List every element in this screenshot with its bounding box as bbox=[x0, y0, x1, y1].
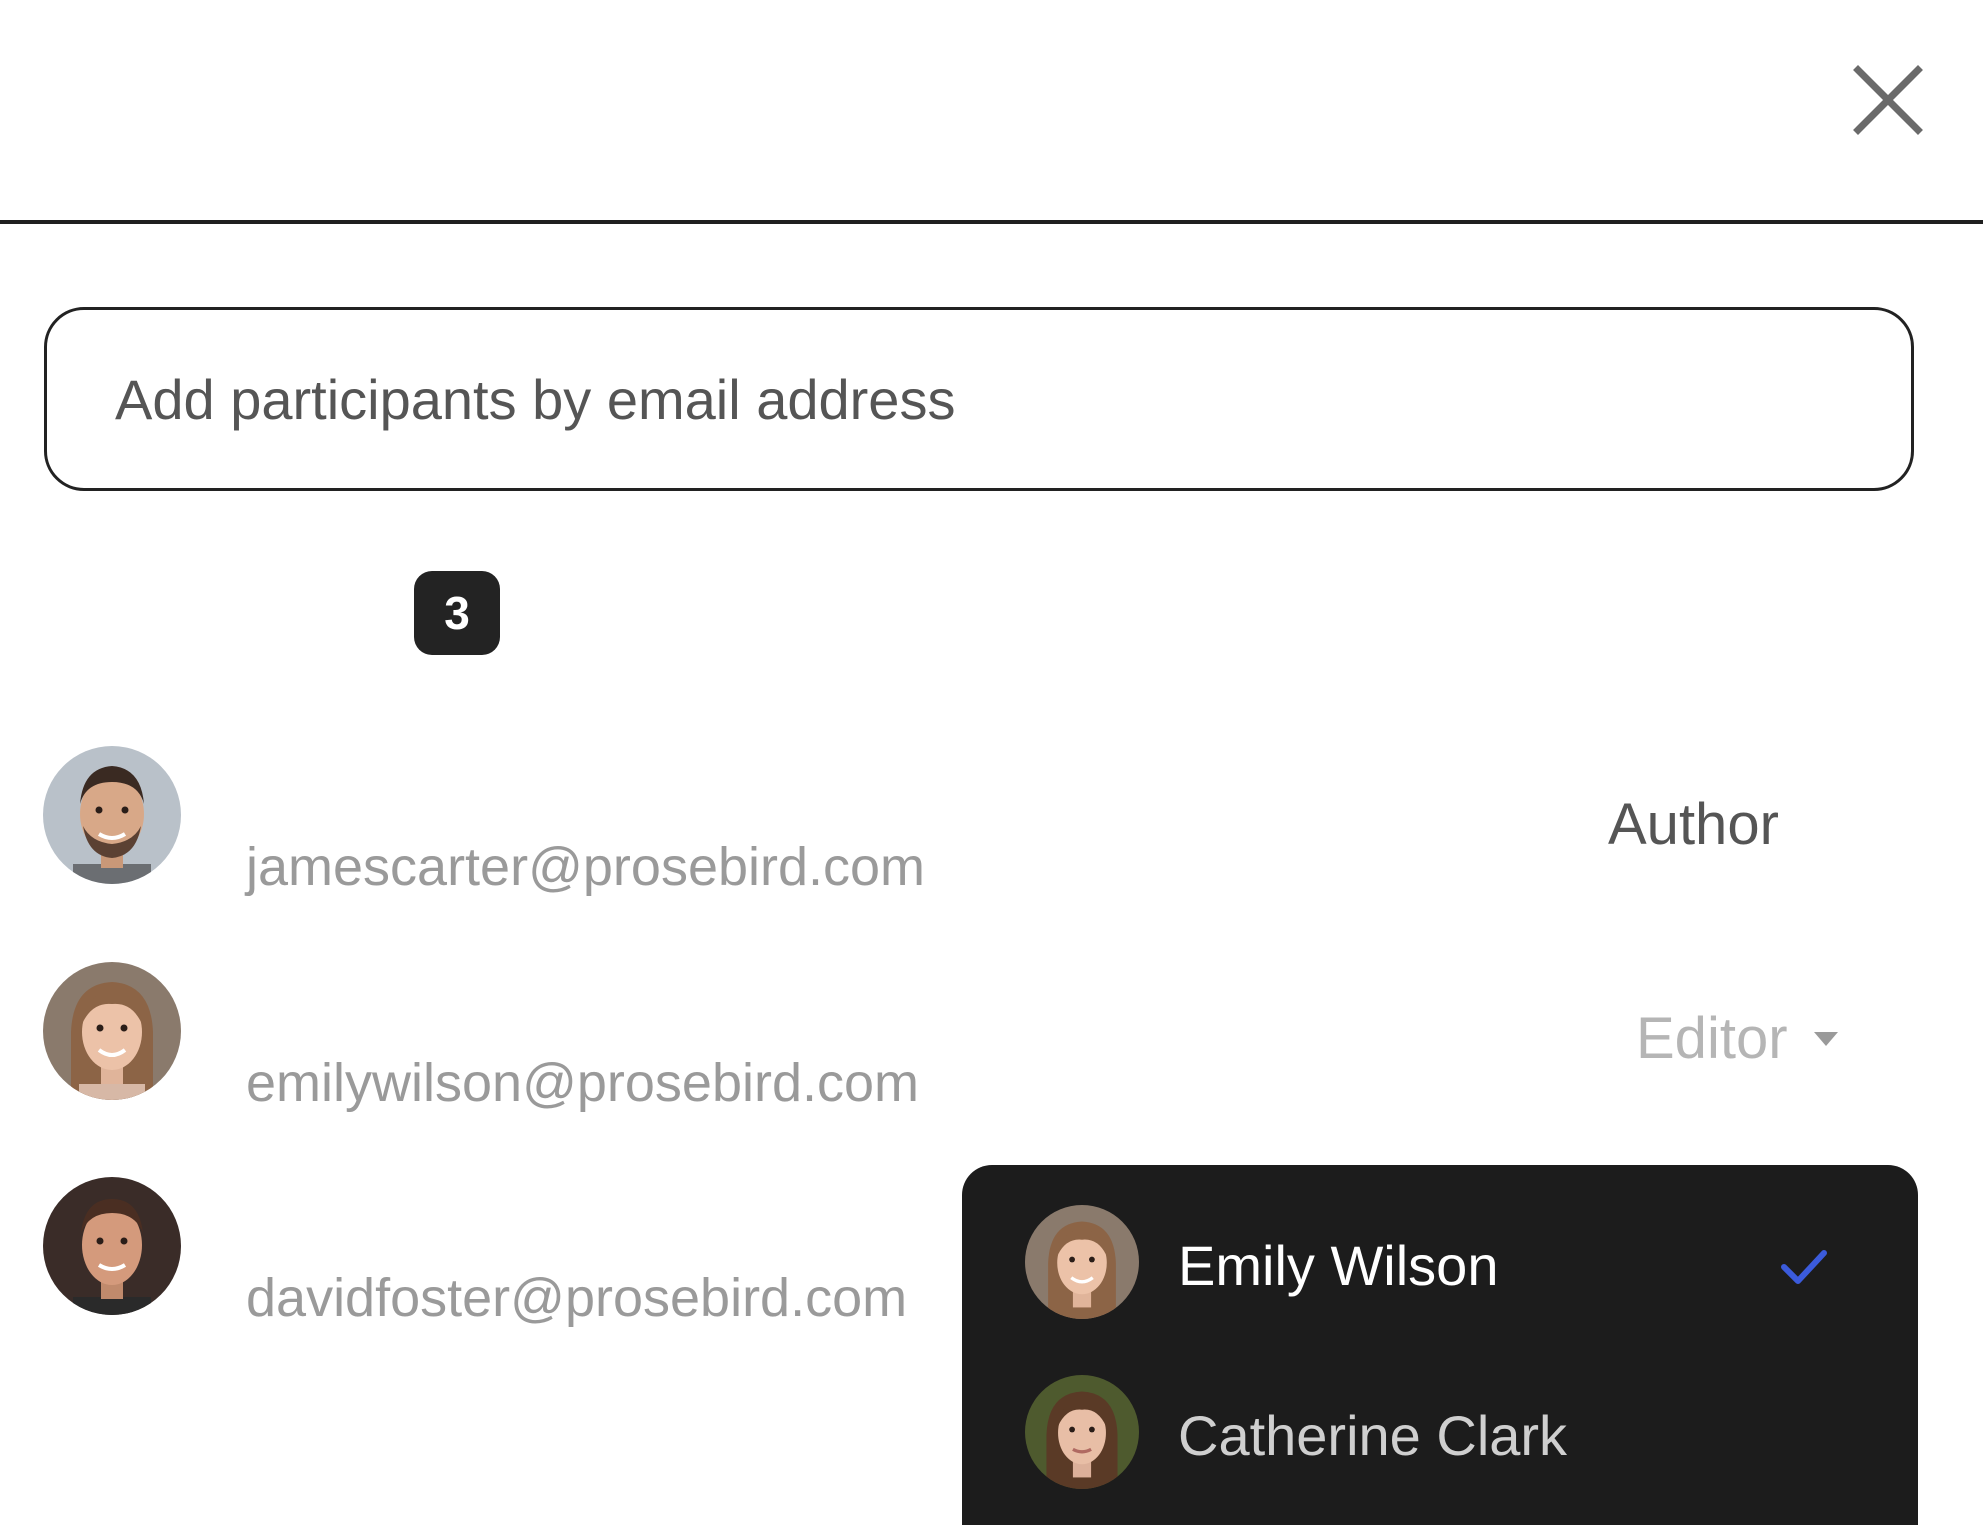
close-icon bbox=[1853, 65, 1923, 135]
avatar-participant-3 bbox=[43, 1177, 181, 1315]
avatar-catherine-clark bbox=[1025, 1375, 1139, 1489]
participant-email: emilywilson@prosebird.com bbox=[246, 1053, 920, 1113]
participant-email-input[interactable] bbox=[44, 307, 1914, 491]
caret-down-icon bbox=[1813, 1031, 1838, 1046]
close-button[interactable] bbox=[1848, 60, 1928, 140]
user-dropdown-menu: Emily Wilson Catherine Clark bbox=[962, 1165, 1918, 1525]
participant-count-badge: 3 bbox=[414, 571, 500, 655]
menu-item-emily-wilson[interactable]: Emily Wilson bbox=[962, 1165, 1918, 1335]
participant-role-dropdown[interactable]: Editor bbox=[1636, 1005, 1838, 1072]
avatar-participant-2 bbox=[43, 962, 181, 1100]
menu-item-name: Catherine Clark bbox=[1178, 1404, 1568, 1467]
participant-email: jamescarter@prosebird.com bbox=[246, 837, 926, 897]
avatar-participant-1 bbox=[43, 746, 181, 884]
participant-role-author: Author bbox=[1608, 792, 1779, 857]
role-dropdown-label: Editor bbox=[1636, 1006, 1788, 1071]
menu-item-name: Emily Wilson bbox=[1178, 1234, 1499, 1297]
header-divider bbox=[0, 220, 1983, 224]
avatar-emily-wilson bbox=[1025, 1205, 1139, 1319]
participant-email: davidfoster@prosebird.com bbox=[246, 1268, 908, 1328]
menu-item-catherine-clark[interactable]: Catherine Clark bbox=[962, 1335, 1918, 1505]
checkmark-icon bbox=[1781, 1250, 1827, 1284]
